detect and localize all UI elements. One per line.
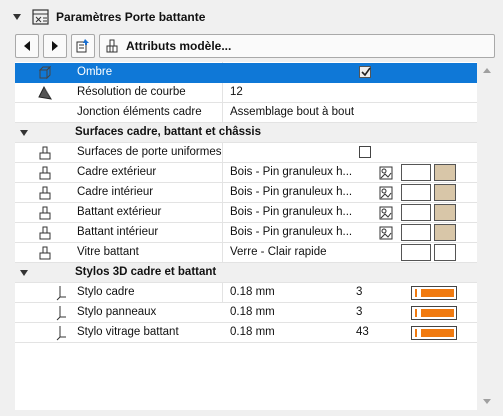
paint-brush-icon xyxy=(39,166,51,180)
model-attributes-button[interactable]: Attributs modèle... xyxy=(99,34,495,58)
row-label: Vitre battant xyxy=(77,246,139,258)
color-swatch-white[interactable] xyxy=(401,224,431,241)
row-label: Stylo panneaux xyxy=(77,306,157,318)
pen-icon xyxy=(56,286,66,301)
resolution-value[interactable]: 12 xyxy=(230,86,370,98)
model-attributes-label: Attributs modèle... xyxy=(126,39,232,53)
paint-brush-icon xyxy=(39,206,51,220)
pen-weight-value[interactable]: 0.18 mm xyxy=(230,306,370,318)
row-label: Cadre intérieur xyxy=(77,186,154,198)
texture-picture-icon[interactable] xyxy=(379,186,393,200)
section-surfaces[interactable]: Surfaces cadre, battant et châssis xyxy=(15,123,477,143)
row-vitre-battant[interactable]: Vitre battant Verre - Clair rapide xyxy=(15,243,477,263)
row-resolution[interactable]: Résolution de courbe 12 xyxy=(15,83,477,103)
row-label: Surfaces de porte uniformes xyxy=(77,146,222,158)
next-button[interactable] xyxy=(43,34,67,58)
curve-resolution-icon xyxy=(38,85,52,100)
panel-title: Paramètres Porte battante xyxy=(56,10,206,24)
section-stylos[interactable]: Stylos 3D cadre et battant xyxy=(15,263,477,283)
surface-value[interactable]: Bois - Pin granuleux h... xyxy=(230,186,370,198)
row-battant-exterieur[interactable]: Battant extérieur Bois - Pin granuleux h… xyxy=(15,203,477,223)
pen-color-swatch[interactable] xyxy=(411,306,457,320)
pen-fill xyxy=(421,289,454,297)
color-swatch-white[interactable] xyxy=(401,244,431,261)
row-stylo-cadre[interactable]: Stylo cadre 0.18 mm 3 xyxy=(15,283,477,303)
row-ombre[interactable]: Ombre xyxy=(15,63,477,83)
pen-tick xyxy=(415,309,417,317)
collapse-triangle-icon[interactable] xyxy=(20,270,28,276)
row-label: Résolution de courbe xyxy=(77,86,186,98)
jonction-value[interactable]: Assemblage bout à bout xyxy=(230,106,410,118)
section-label: Surfaces cadre, battant et châssis xyxy=(75,126,261,138)
pen-weight-value[interactable]: 0.18 mm xyxy=(230,326,370,338)
row-stylo-vitrage[interactable]: Stylo vitrage battant 0.18 mm 43 xyxy=(15,323,477,343)
pen-color-swatch[interactable] xyxy=(411,326,457,340)
transfer-settings-icon xyxy=(76,39,89,53)
color-swatch-wood[interactable] xyxy=(434,224,456,241)
row-jonction[interactable]: Jonction éléments cadre Assemblage bout … xyxy=(15,103,477,123)
pen-color-swatch[interactable] xyxy=(411,286,457,300)
panel-header[interactable]: Paramètres Porte battante xyxy=(0,0,503,34)
transfer-settings-button[interactable] xyxy=(71,34,95,58)
row-cadre-interieur[interactable]: Cadre intérieur Bois - Pin granuleux h..… xyxy=(15,183,477,203)
row-stylo-panneaux[interactable]: Stylo panneaux 0.18 mm 3 xyxy=(15,303,477,323)
arrow-right-icon xyxy=(52,41,58,51)
collapse-triangle-icon[interactable] xyxy=(13,14,21,20)
ombre-checkbox[interactable] xyxy=(359,66,371,78)
surface-value[interactable]: Bois - Pin granuleux h... xyxy=(230,166,370,178)
row-label: Cadre extérieur xyxy=(77,166,157,178)
scroll-up-icon[interactable] xyxy=(483,68,491,73)
paint-brush-icon xyxy=(39,186,51,200)
pen-tick xyxy=(415,289,417,297)
collapse-triangle-icon[interactable] xyxy=(20,130,28,136)
row-surfaces-uniformes[interactable]: Surfaces de porte uniformes xyxy=(15,143,477,163)
surface-value[interactable]: Bois - Pin granuleux h... xyxy=(230,226,370,238)
row-cadre-exterieur[interactable]: Cadre extérieur Bois - Pin granuleux h..… xyxy=(15,163,477,183)
shadow-cube-icon xyxy=(38,65,52,80)
settings-grid: Ombre Résolution de courbe 12 Jonction é… xyxy=(15,62,477,410)
door-settings-icon xyxy=(32,9,49,25)
pen-number[interactable]: 43 xyxy=(356,326,369,338)
paint-brush-icon xyxy=(39,246,51,260)
surfaces-uniformes-checkbox[interactable] xyxy=(359,146,371,158)
paint-brush-icon xyxy=(106,39,118,53)
row-label: Battant intérieur xyxy=(77,226,159,238)
pen-weight-value[interactable]: 0.18 mm xyxy=(230,286,370,298)
row-label: Jonction éléments cadre xyxy=(77,106,202,118)
row-label: Stylo cadre xyxy=(77,286,135,298)
color-swatch-glass[interactable] xyxy=(434,244,456,261)
paint-brush-icon xyxy=(39,146,51,160)
checkmark-icon xyxy=(361,67,371,77)
row-battant-interieur[interactable]: Battant intérieur Bois - Pin granuleux h… xyxy=(15,223,477,243)
pen-icon xyxy=(56,326,66,341)
texture-picture-icon[interactable] xyxy=(379,206,393,220)
pen-tick xyxy=(415,329,417,337)
surface-value[interactable]: Bois - Pin granuleux h... xyxy=(230,206,370,218)
row-label: Ombre xyxy=(77,66,113,78)
row-label: Battant extérieur xyxy=(77,206,162,218)
color-swatch-wood[interactable] xyxy=(434,184,456,201)
section-label: Stylos 3D cadre et battant xyxy=(75,266,217,278)
scroll-down-icon[interactable] xyxy=(483,399,491,404)
arrow-left-icon xyxy=(24,41,30,51)
color-swatch-white[interactable] xyxy=(401,184,431,201)
texture-picture-icon[interactable] xyxy=(379,226,393,240)
pen-number[interactable]: 3 xyxy=(356,306,362,318)
surface-value[interactable]: Verre - Clair rapide xyxy=(230,246,370,258)
color-swatch-white[interactable] xyxy=(401,204,431,221)
previous-button[interactable] xyxy=(15,34,39,58)
pen-number[interactable]: 3 xyxy=(356,286,362,298)
settings-panel: Paramètres Porte battante Attributs modè… xyxy=(0,0,503,416)
color-swatch-white[interactable] xyxy=(401,164,431,181)
texture-picture-icon[interactable] xyxy=(379,166,393,180)
color-swatch-wood[interactable] xyxy=(434,164,456,181)
pen-fill xyxy=(421,329,454,337)
color-swatch-wood[interactable] xyxy=(434,204,456,221)
vertical-scrollbar[interactable] xyxy=(479,62,495,410)
paint-brush-icon xyxy=(39,226,51,240)
pen-fill xyxy=(421,309,454,317)
pen-icon xyxy=(56,306,66,321)
row-label: Stylo vitrage battant xyxy=(77,326,179,338)
panel-toolbar: Attributs modèle... xyxy=(15,34,495,58)
